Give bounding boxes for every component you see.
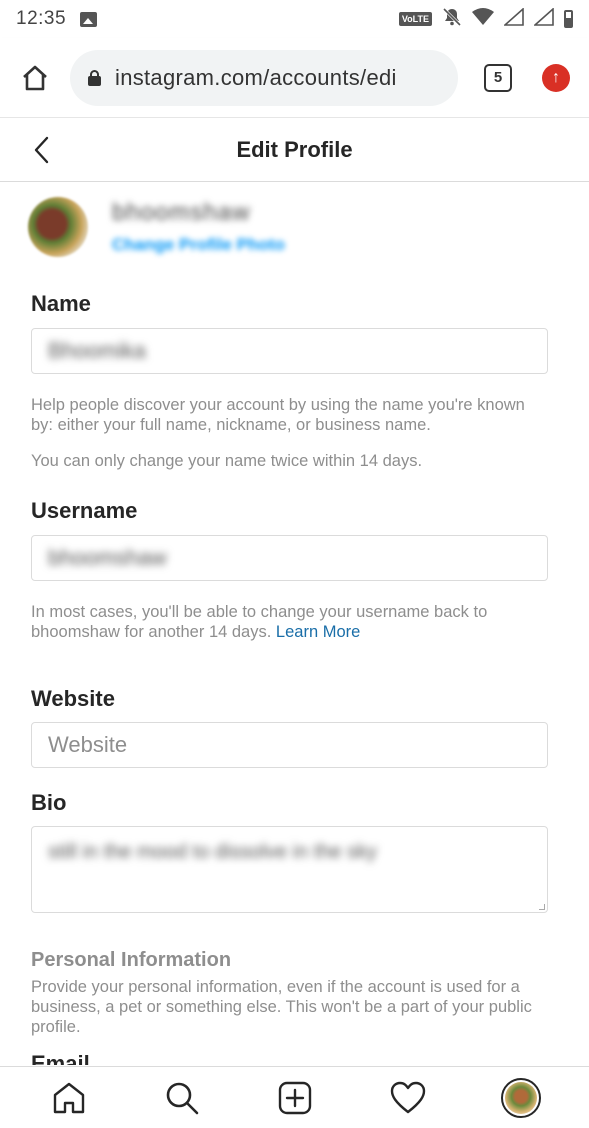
chevron-left-icon <box>34 136 49 164</box>
lock-icon <box>88 69 101 86</box>
name-limit-note: You can only change your name twice with… <box>31 452 423 470</box>
volte-badge: VoLTE <box>398 12 432 26</box>
username-help-text: In most cases, you'll be able to change … <box>31 603 488 641</box>
edit-profile-form: bhoomshaw Change Profile Photo Name Bhoo… <box>0 183 589 1065</box>
avatar[interactable] <box>28 197 88 257</box>
tab-switcher-button[interactable]: 5 <box>484 63 512 92</box>
home-icon <box>53 1082 84 1113</box>
nav-activity-button[interactable] <box>386 1076 430 1120</box>
personal-info-title: Personal Information <box>31 949 232 971</box>
status-icons: VoLTE <box>398 6 573 32</box>
learn-more-link[interactable]: Learn More <box>276 623 360 641</box>
username-input[interactable]: bhoomshaw <box>31 535 548 581</box>
update-arrow-icon: ↑ <box>552 68 560 86</box>
username-label: Username <box>31 498 138 523</box>
browser-toolbar: instagram.com/accounts/edi 5 ↑ <box>0 38 589 118</box>
plus-square-icon <box>278 1081 311 1114</box>
back-button[interactable] <box>28 134 58 166</box>
website-input[interactable]: Website <box>31 722 548 768</box>
signal-icon-2 <box>532 6 554 31</box>
bottom-nav <box>0 1066 589 1128</box>
url-bar[interactable]: instagram.com/accounts/edi <box>70 49 458 106</box>
bio-label: Bio <box>31 790 67 815</box>
status-time: 12:35 <box>16 8 67 29</box>
search-icon <box>166 1082 198 1114</box>
name-label: Name <box>31 291 91 316</box>
username-help: In most cases, you'll be able to change … <box>31 602 551 642</box>
home-icon <box>23 65 47 90</box>
status-bar: 12:35 VoLTE <box>0 0 589 38</box>
name-value: Bhoomika <box>48 338 146 363</box>
profile-avatar <box>500 1077 541 1118</box>
image-icon <box>80 11 98 27</box>
signal-icon <box>502 6 524 31</box>
nav-new-post-button[interactable] <box>273 1076 317 1120</box>
battery-icon <box>564 10 573 28</box>
bio-value: still in the mood to dissolve in the sky <box>48 841 378 863</box>
personal-info-help: Provide your personal information, even … <box>31 978 532 1036</box>
website-label: Website <box>31 686 115 711</box>
nav-profile-button[interactable] <box>499 1076 543 1120</box>
mute-icon <box>442 7 462 32</box>
name-help: Help people discover your account by usi… <box>31 396 525 434</box>
bio-textarea[interactable]: still in the mood to dissolve in the sky <box>31 826 548 913</box>
name-input[interactable]: Bhoomika <box>31 328 548 374</box>
heart-icon <box>390 1081 425 1113</box>
profile-photo-row: bhoomshaw Change Profile Photo <box>28 197 285 257</box>
email-label: Email <box>31 1051 90 1065</box>
profile-username: bhoomshaw <box>112 199 251 226</box>
wifi-icon <box>472 7 494 31</box>
nav-home-button[interactable] <box>47 1076 91 1120</box>
page-header: Edit Profile <box>0 118 589 182</box>
update-button[interactable]: ↑ <box>542 63 570 92</box>
username-value: bhoomshaw <box>48 545 167 570</box>
resize-handle[interactable] <box>539 904 545 910</box>
website-placeholder: Website <box>48 732 128 757</box>
home-button[interactable] <box>14 57 56 99</box>
change-photo-link[interactable]: Change Profile Photo <box>112 235 285 255</box>
page-title: Edit Profile <box>236 136 353 162</box>
nav-search-button[interactable] <box>160 1076 204 1120</box>
url-text: instagram.com/accounts/edi <box>115 64 397 90</box>
